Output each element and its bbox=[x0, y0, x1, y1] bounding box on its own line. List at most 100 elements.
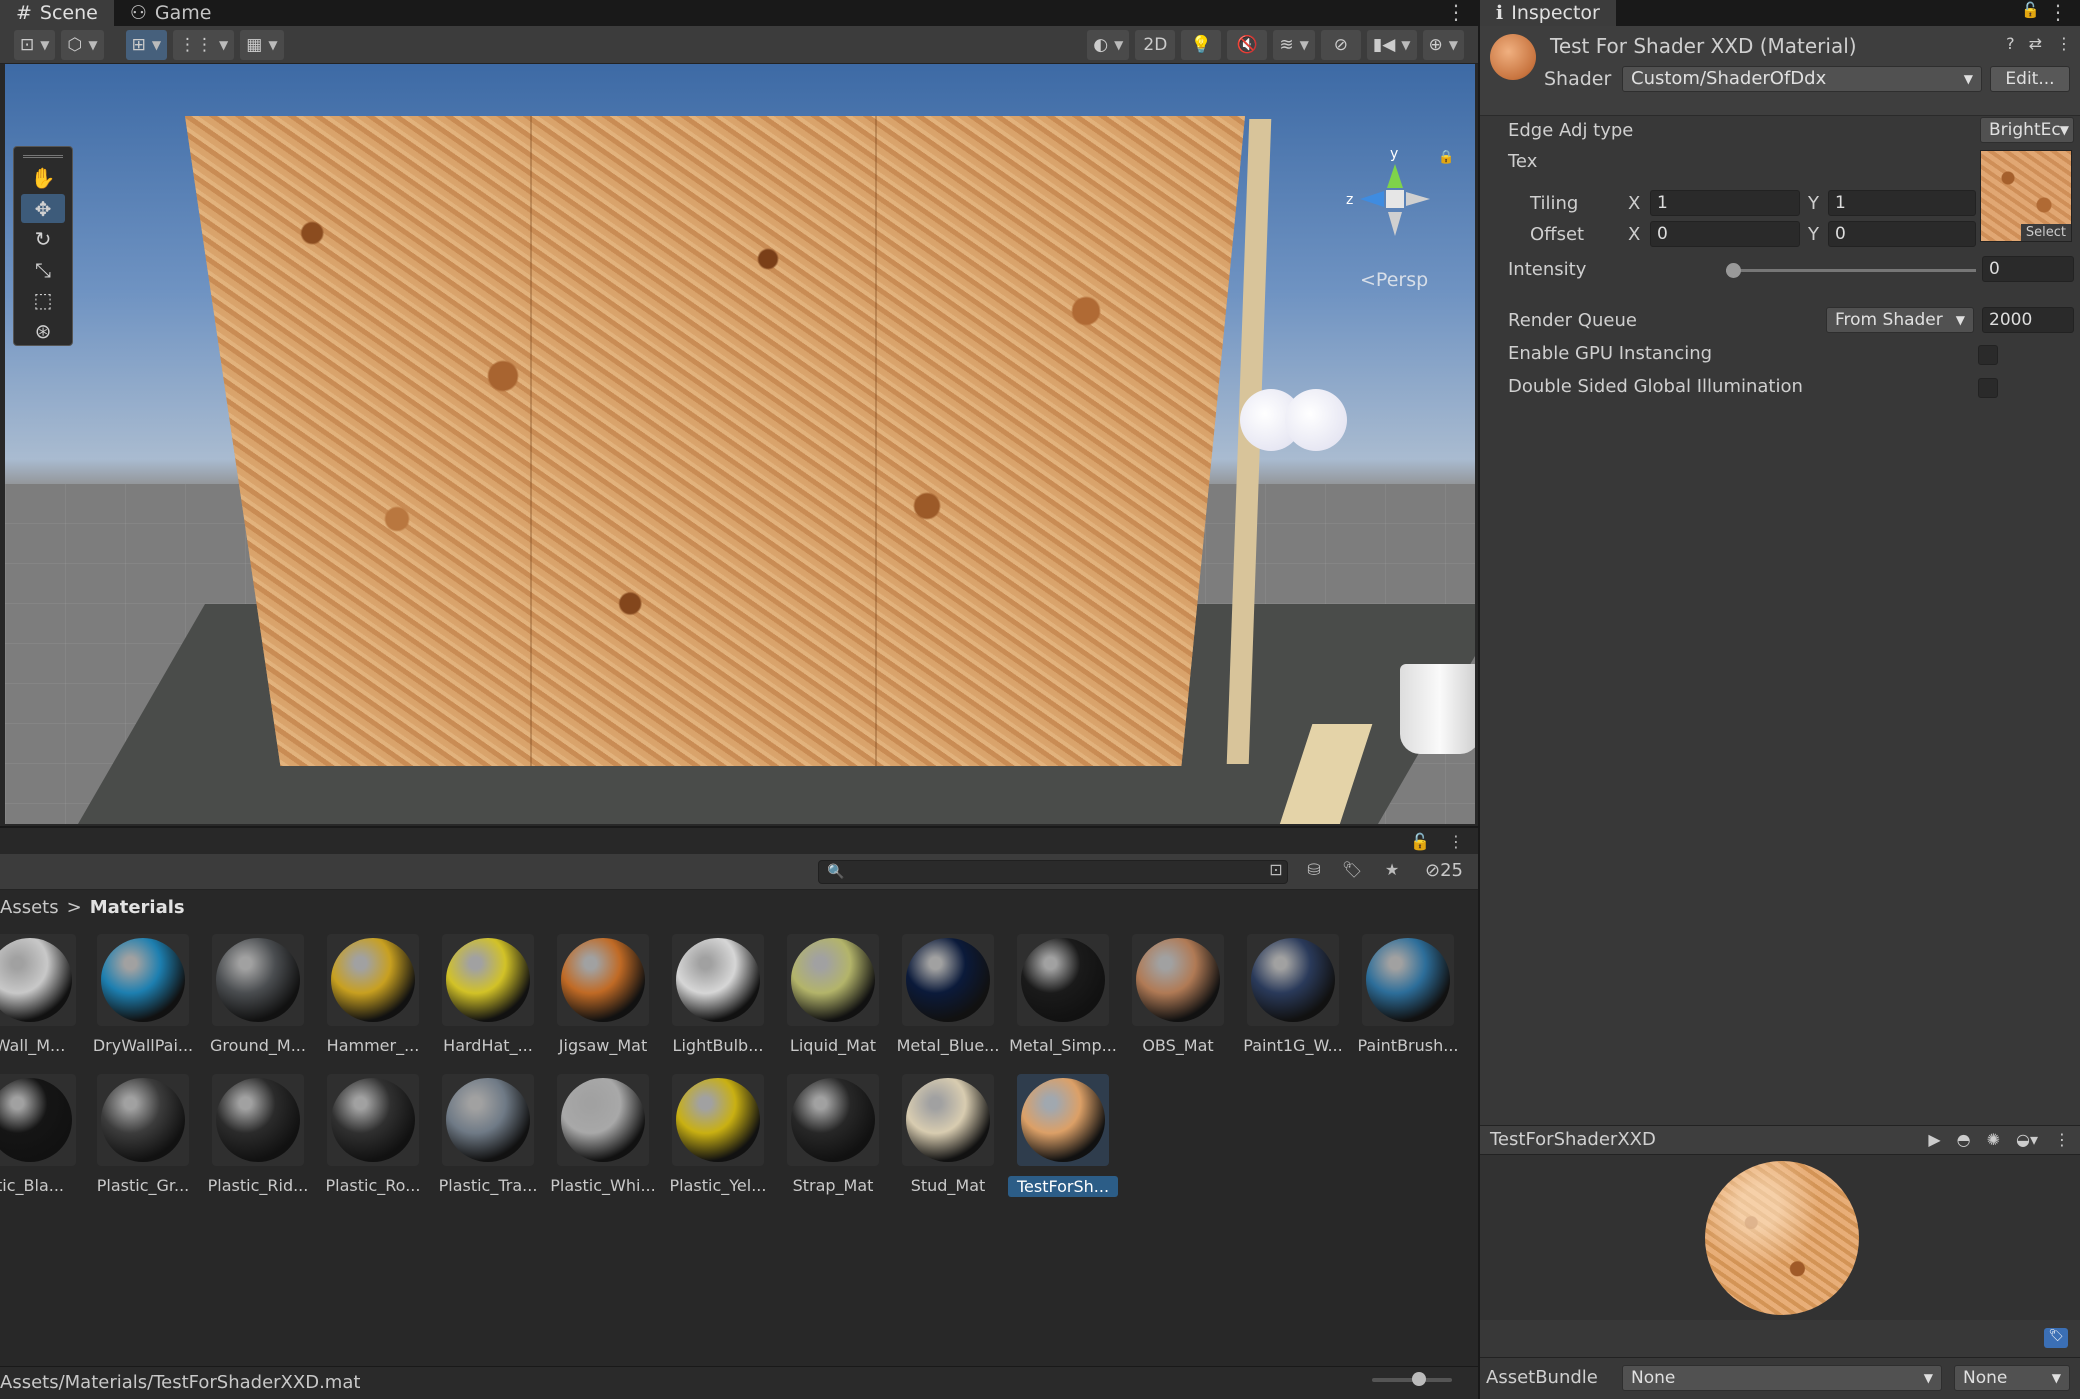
light-fixture[interactable] bbox=[1285, 389, 1347, 451]
asset-item[interactable]: Plastic_Gr... bbox=[88, 1074, 198, 1196]
asset-item[interactable]: DryWallPai... bbox=[88, 934, 198, 1056]
preview-shape-icon[interactable]: ◒▾ bbox=[2016, 1130, 2038, 1149]
asset-item[interactable]: Jigsaw_Mat bbox=[548, 934, 658, 1056]
double-sided-gi-checkbox[interactable] bbox=[1978, 378, 1998, 398]
lock-icon[interactable]: 🔒 bbox=[1438, 150, 1454, 165]
asset-item[interactable]: Paint1G_W... bbox=[1238, 934, 1348, 1056]
transform-tool[interactable]: ⊛ bbox=[21, 316, 65, 345]
slider-thumb[interactable] bbox=[1412, 1372, 1426, 1386]
material-preview[interactable] bbox=[1480, 1155, 2080, 1320]
asset-item[interactable]: Hammer_... bbox=[318, 934, 428, 1056]
lock-icon[interactable]: 🔓 bbox=[1410, 832, 1430, 851]
tab-scene[interactable]: # Scene bbox=[0, 0, 114, 26]
increment-snap-button[interactable]: ⋮⋮ ▼ bbox=[173, 29, 235, 60]
asset-item[interactable]: Plastic_Whi... bbox=[548, 1074, 658, 1196]
gpu-instancing-checkbox[interactable] bbox=[1978, 345, 1998, 365]
move-tool[interactable]: ✥ bbox=[21, 194, 65, 223]
toggle-2d-button[interactable]: 2D bbox=[1135, 29, 1176, 60]
layers-icon: ≋ bbox=[1279, 34, 1294, 55]
rect-tool[interactable]: ⬚ bbox=[21, 286, 65, 315]
effects-toggle[interactable]: ≋ ▼ bbox=[1273, 29, 1315, 60]
audio-toggle[interactable]: 🔇 bbox=[1227, 29, 1268, 60]
favorite-star-icon[interactable]: ★ bbox=[1378, 860, 1406, 884]
asset-item[interactable]: LightBulb... bbox=[663, 934, 773, 1056]
tiling-y-field[interactable]: 1 bbox=[1828, 190, 1976, 216]
filter-type-icon[interactable]: ⛁ bbox=[1300, 860, 1328, 884]
breadcrumb-assets[interactable]: Assets bbox=[0, 897, 59, 918]
kebab-menu-icon[interactable]: ⋮ bbox=[2056, 34, 2072, 53]
intensity-slider[interactable] bbox=[1726, 263, 1976, 278]
help-icon[interactable]: ? bbox=[2006, 34, 2015, 53]
tag-icon[interactable]: 🏷 bbox=[2044, 1328, 2068, 1348]
label-filter-icon[interactable]: 🏷 bbox=[1338, 860, 1366, 884]
asset-item[interactable]: Ground_M... bbox=[203, 934, 313, 1056]
grid-snapping-button[interactable]: ⊞ ▼ bbox=[125, 29, 168, 60]
shader-dropdown[interactable]: Custom/ShaderOfDdx ▼ bbox=[1622, 66, 1982, 92]
lighting-toggle[interactable]: 💡 bbox=[1181, 29, 1222, 60]
assetbundle-variant-dropdown[interactable]: None ▼ bbox=[1954, 1365, 2070, 1391]
grid-visibility-button[interactable]: ▦ ▼ bbox=[240, 29, 284, 60]
visibility-toggle[interactable]: ⊘ bbox=[1320, 29, 1361, 60]
global-local-button[interactable]: ⬡ ▼ bbox=[61, 29, 104, 60]
asset-item[interactable]: Plastic_Tra... bbox=[433, 1074, 543, 1196]
asset-item[interactable]: Metal_Blue... bbox=[893, 934, 1003, 1056]
light-toggle-icon[interactable]: ✺ bbox=[1987, 1130, 2000, 1149]
projection-toggle[interactable]: <Persp bbox=[1360, 269, 1428, 291]
asset-label: Plastic_Rid... bbox=[207, 1176, 309, 1195]
scale-tool[interactable]: ⤡ bbox=[21, 255, 65, 284]
edge-adj-dropdown[interactable]: BrightEc ▼ bbox=[1980, 117, 2074, 143]
asset-item[interactable]: HardHat_... bbox=[433, 934, 543, 1056]
asset-item[interactable]: OBS_Mat bbox=[1123, 934, 1233, 1056]
icon-size-slider[interactable] bbox=[1372, 1372, 1452, 1386]
render-queue-dropdown[interactable]: From Shader ▼ bbox=[1826, 307, 1974, 333]
texture-select-button[interactable]: Select bbox=[2020, 224, 2071, 241]
preset-icon[interactable]: ⇄ bbox=[2029, 34, 2042, 53]
tab-game[interactable]: ⚇ Game bbox=[114, 0, 228, 26]
tab-inspector[interactable]: ℹ Inspector bbox=[1480, 0, 1616, 26]
lock-icon[interactable]: 🔓 bbox=[2021, 1, 2040, 19]
osb-wall-object[interactable] bbox=[185, 116, 1245, 766]
asset-item[interactable]: Stud_Mat bbox=[893, 1074, 1003, 1196]
paint-bucket[interactable] bbox=[1400, 664, 1475, 754]
offset-x-field[interactable]: 0 bbox=[1650, 221, 1800, 247]
orientation-gizmo[interactable]: y z bbox=[1340, 144, 1450, 254]
kebab-menu-icon[interactable]: ⋮ bbox=[2054, 1130, 2070, 1149]
breadcrumb-materials[interactable]: Materials bbox=[90, 897, 185, 918]
texture-slot[interactable]: Select bbox=[1980, 150, 2072, 242]
hand-tool[interactable]: ✋ bbox=[21, 164, 65, 193]
edit-shader-button[interactable]: Edit... bbox=[1990, 66, 2070, 92]
hidden-count: 25 bbox=[1440, 860, 1463, 881]
gizmos-button[interactable]: ⊕ ▼ bbox=[1422, 29, 1464, 60]
render-queue-field[interactable]: 2000 bbox=[1982, 307, 2074, 333]
asset-item[interactable]: Plastic_Ro... bbox=[318, 1074, 428, 1196]
tiling-x-field[interactable]: 1 bbox=[1650, 190, 1800, 216]
draw-mode-button[interactable]: ◐ ▼ bbox=[1087, 29, 1130, 60]
kebab-menu-icon[interactable]: ⋮ bbox=[1448, 832, 1464, 851]
intensity-field[interactable]: 0 bbox=[1982, 256, 2074, 282]
slider-thumb[interactable] bbox=[1726, 263, 1741, 278]
asset-item[interactable]: Liquid_Mat bbox=[778, 934, 888, 1056]
scene-viewport[interactable]: ✋ ✥ ↻ ⤡ ⬚ ⊛ y z 🔒 <Persp bbox=[5, 64, 1475, 824]
search-by-type-icon[interactable]: ⊡ bbox=[1262, 860, 1290, 884]
search-input[interactable]: 🔍 bbox=[818, 860, 1288, 884]
asset-item[interactable]: Plastic_Yel... bbox=[663, 1074, 773, 1196]
asset-item[interactable]: Plastic_Rid... bbox=[203, 1074, 313, 1196]
play-icon[interactable]: ▶ bbox=[1928, 1130, 1940, 1149]
sphere-mesh-icon[interactable]: ◓ bbox=[1957, 1130, 1971, 1149]
asset-item[interactable]: TestForSh... bbox=[1008, 1074, 1118, 1197]
asset-item[interactable]: PaintBrush... bbox=[1353, 934, 1463, 1056]
hidden-packages-toggle[interactable]: ⊘25 bbox=[1425, 860, 1463, 881]
asset-item[interactable]: tic_Bla... bbox=[0, 1074, 85, 1196]
gizmo-tool-button[interactable]: ⊡ ▼ bbox=[14, 29, 56, 60]
scene-menu-icon[interactable]: ⋮ bbox=[1446, 0, 1466, 24]
camera-button[interactable]: ▮◀ ▼ bbox=[1366, 29, 1417, 60]
asset-item[interactable]: Metal_Simp... bbox=[1008, 934, 1118, 1056]
offset-y-field[interactable]: 0 bbox=[1828, 221, 1976, 247]
rotate-tool[interactable]: ↻ bbox=[21, 225, 65, 254]
inspector-menu-icon[interactable]: ⋮ bbox=[2048, 0, 2068, 24]
palette-grip[interactable] bbox=[23, 155, 63, 158]
asset-item[interactable]: Strap_Mat bbox=[778, 1074, 888, 1196]
asset-item[interactable]: Wall_M... bbox=[0, 934, 85, 1056]
material-sphere-icon bbox=[1021, 1078, 1105, 1162]
assetbundle-dropdown[interactable]: None ▼ bbox=[1622, 1365, 1942, 1391]
